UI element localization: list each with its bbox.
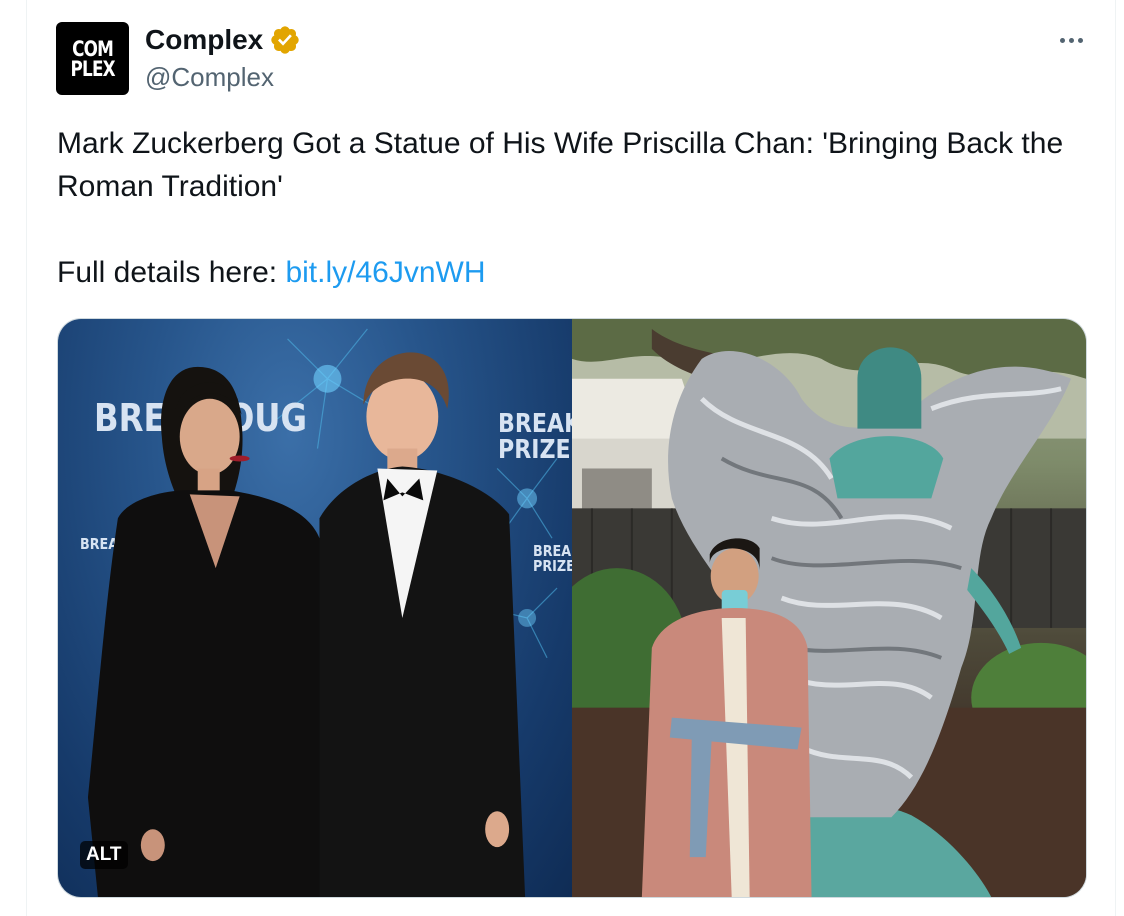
details-prefix: Full details here: [57,256,286,289]
media-photo-right[interactable] [572,319,1086,897]
display-name[interactable]: Complex [145,24,263,56]
media-grid[interactable]: BREAK OUG BREAK PRIZE BREA PRI BREAI PRI… [57,318,1087,898]
more-horizontal-icon [1068,37,1074,43]
media-photo-left[interactable]: BREAK OUG BREAK PRIZE BREA PRI BREAI PRI… [58,319,572,897]
avatar-text-line1: COM [72,36,114,61]
couple-figures [87,352,526,897]
tweet-details-line: Full details here: bit.ly/46JvnWH [57,251,1087,294]
more-options-button[interactable] [1055,28,1087,52]
tweet-link[interactable]: bit.ly/46JvnWH [285,256,485,289]
tweet-text: Mark Zuckerberg Got a Statue of His Wife… [57,122,1087,294]
avatar-text-line2: PLEX [70,56,115,81]
statue-scene [572,319,1086,897]
alt-text-button[interactable]: ALT [80,841,128,869]
author-handle[interactable]: @Complex [145,62,274,93]
tweet-card[interactable]: COM PLEX Complex @Complex Mark Zuckerber… [26,0,1116,916]
more-horizontal-icon [1077,37,1083,43]
tweet-headline: Mark Zuckerberg Got a Statue of His Wife… [57,127,1064,203]
verified-badge-icon[interactable] [269,24,301,56]
avatar[interactable]: COM PLEX [56,22,129,95]
author-name-row[interactable]: Complex [145,24,301,56]
more-horizontal-icon [1059,37,1065,43]
